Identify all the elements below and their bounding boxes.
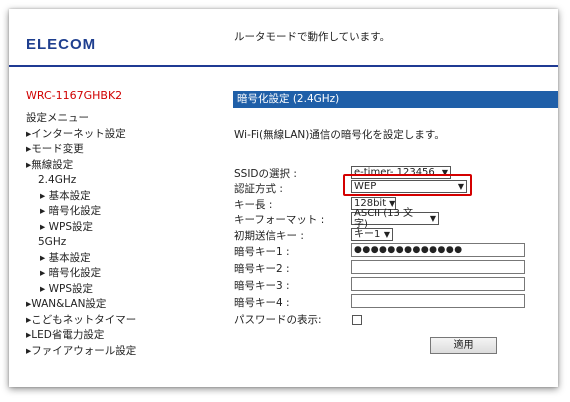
highlight-box xyxy=(343,174,472,196)
sidebar-item-internet[interactable]: ▸インターネット設定 xyxy=(26,127,136,143)
page-title: 暗号化設定 (2.4GHz) xyxy=(233,91,558,108)
router-admin-window: ELECOM ルータモードで動作しています。 WRC-1167GHBK2 設定メ… xyxy=(9,9,558,387)
initial-key-label: 初期送信キー : xyxy=(234,230,304,242)
key3-input[interactable] xyxy=(351,277,525,291)
mode-status-text: ルータモードで動作しています。 xyxy=(234,31,391,43)
sidebar-menu: 設定メニュー ▸インターネット設定 ▸モード変更 ▸無線設定 2.4GHz ▸ … xyxy=(26,111,136,359)
menu-title: 設定メニュー xyxy=(26,112,89,124)
sidebar-item-5-wps[interactable]: ▸ WPS設定 xyxy=(26,282,136,298)
key2-input[interactable] xyxy=(351,260,525,274)
sidebar-item-24-basic[interactable]: ▸ 基本設定 xyxy=(26,189,136,205)
sidebar-item-24-encryption[interactable]: ▸ 暗号化設定 xyxy=(26,204,136,220)
sidebar-item-mode-change[interactable]: ▸モード変更 xyxy=(26,142,136,158)
sidebar-item-wireless[interactable]: ▸無線設定 xyxy=(26,158,136,174)
sidebar-group-24ghz: 2.4GHz xyxy=(38,174,77,186)
show-password-label: パスワードの表示: xyxy=(234,314,322,326)
key-format-label: キーフォーマット : xyxy=(234,214,325,226)
key4-label: 暗号キー4 : xyxy=(234,297,290,309)
key1-input[interactable]: ●●●●●●●●●●●●● xyxy=(351,243,525,257)
chevron-down-icon: ▼ xyxy=(383,230,390,239)
model-name: WRC-1167GHBK2 xyxy=(26,89,123,102)
show-password-checkbox[interactable] xyxy=(352,315,362,325)
sidebar-item-led-power[interactable]: ▸LED省電力設定 xyxy=(26,328,136,344)
key1-label: 暗号キー1 : xyxy=(234,246,290,258)
sidebar-item-wan-lan[interactable]: ▸WAN&LAN設定 xyxy=(26,297,136,313)
key2-label: 暗号キー2 : xyxy=(234,263,290,275)
sidebar-item-24-wps[interactable]: ▸ WPS設定 xyxy=(26,220,136,236)
sidebar-item-firewall[interactable]: ▸ファイアウォール設定 xyxy=(26,344,136,360)
header-divider xyxy=(9,65,558,67)
key3-label: 暗号キー3 : xyxy=(234,280,290,292)
elecom-logo: ELECOM xyxy=(26,36,97,53)
key-format-value: ASCII (13 文字) xyxy=(354,207,414,230)
initial-key-value: キー1 xyxy=(354,229,381,240)
key-format-select[interactable]: ASCII (13 文字) ▼ xyxy=(351,208,439,230)
key4-input[interactable] xyxy=(351,294,525,308)
auth-method-label: 認証方式 : xyxy=(234,183,283,195)
sidebar-item-5-encryption[interactable]: ▸ 暗号化設定 xyxy=(26,266,136,282)
chevron-down-icon: ▼ xyxy=(429,214,436,223)
apply-button[interactable]: 適用 xyxy=(430,337,497,354)
initial-key-select[interactable]: キー1 ▼ xyxy=(351,228,393,241)
key-length-label: キー長 : xyxy=(234,199,273,211)
sidebar-group-5ghz: 5GHz xyxy=(38,236,67,248)
ssid-label: SSIDの選択 : xyxy=(234,168,297,180)
sidebar-item-5-basic[interactable]: ▸ 基本設定 xyxy=(26,251,136,267)
page-description: Wi-Fi(無線LAN)通信の暗号化を設定します。 xyxy=(234,129,445,141)
sidebar-item-kids-timer[interactable]: ▸こどもネットタイマー xyxy=(26,313,136,329)
